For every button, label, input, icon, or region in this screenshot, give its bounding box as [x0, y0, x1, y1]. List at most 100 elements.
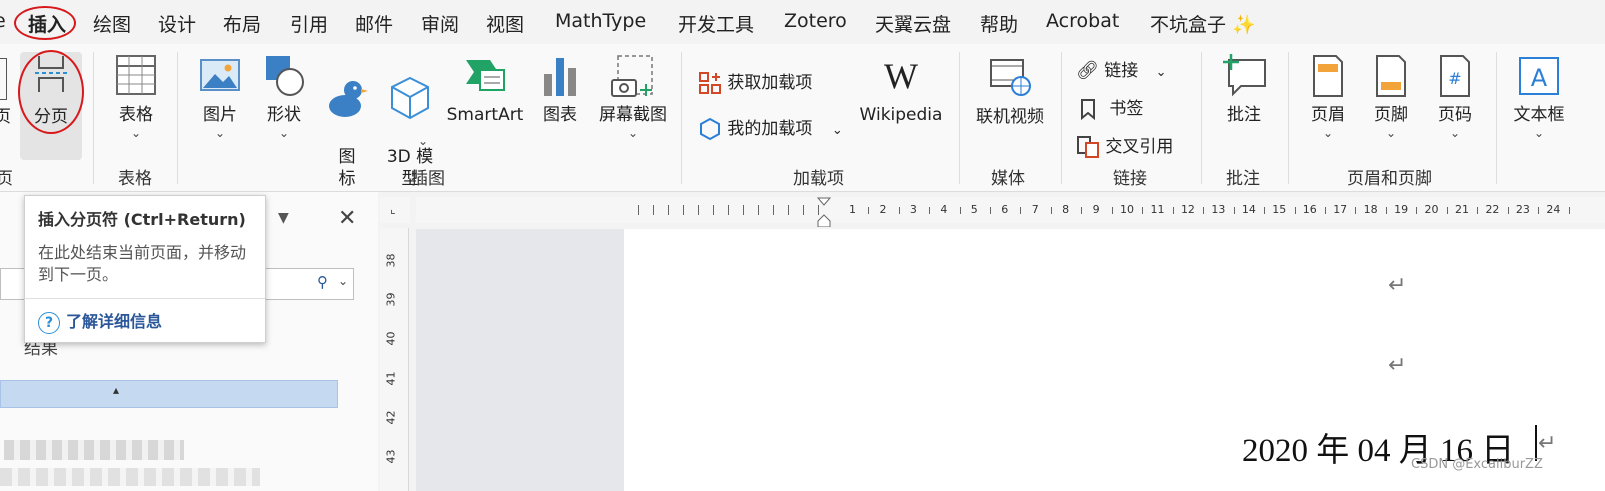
ruler-minor-tick: [1416, 207, 1418, 214]
group-separator: [93, 52, 94, 184]
ruler-tick-label: 24: [1546, 203, 1561, 216]
ruler-minor-tick: [1477, 207, 1479, 214]
footer-button[interactable]: 页脚 ⌄: [1368, 54, 1414, 140]
annotation-circle-page-break: [18, 50, 84, 134]
ruler-minor-tick: [1294, 207, 1296, 214]
ruler-tick-label: 40: [384, 331, 398, 346]
cross-reference-label: 交叉引用: [1105, 137, 1174, 157]
close-icon[interactable]: ✕: [338, 206, 356, 231]
tab-selector[interactable]: ⌞: [380, 197, 410, 223]
tab-tianyi-cloud[interactable]: 天翼云盘: [875, 10, 951, 37]
cross-reference-button[interactable]: 交叉引用: [1076, 132, 1173, 159]
table-button[interactable]: 表格 ⌄: [110, 54, 162, 140]
blurred-heading[interactable]: [4, 440, 184, 460]
icons-label: 图 标: [338, 147, 356, 189]
link-button[interactable]: 🔗︎ 链接 ⌄: [1076, 56, 1167, 81]
page-number-button[interactable]: # 页码 ⌄: [1432, 54, 1478, 140]
ruler-minor-tick: [1568, 207, 1570, 214]
textbox-button[interactable]: A 文本框 ⌄: [1508, 54, 1570, 140]
ruler-tick-label: 3: [909, 203, 917, 216]
tooltip-body: 在此处结束当前页面，并移动到下一页。: [38, 243, 247, 284]
ruler-tick-label: 23: [1515, 203, 1530, 216]
ruler-tick-label: 42: [384, 410, 398, 425]
document-page[interactable]: ↵ ↵ 2020 年 04 月 16 日 ↵: [624, 229, 1605, 491]
ruler-tick-label: 39: [384, 292, 398, 307]
ruler-minor-tick: [959, 207, 961, 214]
tab-acrobat[interactable]: Acrobat: [1046, 10, 1119, 32]
tab-draw[interactable]: 绘图: [93, 10, 131, 37]
my-addins-button[interactable]: 我的加载项 ⌄: [698, 114, 843, 141]
ribbon-partial-page-button[interactable]: 页: [0, 106, 11, 128]
tooltip-learn-more-link[interactable]: ? 了解详细信息: [38, 308, 162, 334]
group-separator: [177, 52, 178, 184]
ruler-minor-tick: [898, 207, 900, 214]
group-separator: [1288, 52, 1289, 184]
my-addins-icon: [700, 117, 720, 141]
smartart-icon: [466, 60, 505, 91]
document-margin-area: [416, 229, 624, 491]
pane-options-chevron-icon[interactable]: ▼: [278, 210, 289, 226]
chevron-down-icon: ⌄: [1155, 65, 1167, 80]
header-icon: [1313, 55, 1343, 97]
online-video-button[interactable]: 联机视频: [970, 56, 1050, 128]
tab-developer[interactable]: 开发工具: [678, 10, 754, 37]
ruler-tick-label: 6: [1001, 203, 1009, 216]
tab-bukeng-box[interactable]: 不坑盒子 ✨: [1150, 10, 1256, 37]
chevron-down-icon: ⌄: [831, 123, 843, 138]
table-label: 表格: [119, 105, 153, 125]
ruler-minor-tick: [1355, 207, 1357, 214]
screenshot-button[interactable]: 屏幕截图 ⌄: [595, 54, 671, 140]
chevron-down-icon: ⌄: [338, 274, 349, 288]
tab-layout[interactable]: 布局: [223, 10, 261, 37]
tab-zotero[interactable]: Zotero: [784, 10, 847, 32]
screenshot-icon: [611, 55, 653, 97]
online-video-label: 联机视频: [976, 107, 1044, 127]
ruler-tick-label: 10: [1120, 203, 1135, 216]
ruler-minor-tick: [1385, 207, 1387, 214]
ruler-tick-label: 21: [1455, 203, 1469, 216]
indent-marker-icon: [816, 197, 832, 228]
tooltip-title: 插入分页符 (Ctrl+Return): [38, 210, 246, 229]
ruler-minor-tick: [1446, 207, 1448, 214]
icons-button[interactable]: 图 标: [324, 54, 370, 212]
indent-marker[interactable]: [816, 197, 832, 228]
tab-review[interactable]: 审阅: [421, 10, 459, 37]
blurred-heading[interactable]: [0, 468, 260, 486]
tab-file-partial[interactable]: e: [0, 10, 6, 32]
wikipedia-icon: W: [884, 56, 918, 96]
textbox-label: 文本框: [1513, 105, 1565, 125]
comment-button[interactable]: 批注: [1218, 54, 1270, 126]
tab-design[interactable]: 设计: [158, 10, 196, 37]
tab-view[interactable]: 视图: [486, 10, 524, 37]
ruler-tick-label: 7: [1031, 203, 1039, 216]
tab-references[interactable]: 引用: [290, 10, 328, 37]
tab-mailings[interactable]: 邮件: [355, 10, 393, 37]
chart-button[interactable]: 图表: [537, 54, 583, 126]
picture-icon: [200, 59, 240, 91]
picture-button[interactable]: 图片 ⌄: [195, 54, 245, 140]
tooltip-divider: [25, 298, 265, 299]
group-label-illustrations: 插图: [411, 169, 445, 189]
link-label: 链接: [1104, 61, 1139, 81]
horizontal-ruler[interactable]: 1 2 3 4 5 6 7 8 9 10 11 12 13 14 15 16 17 18 19 20 21 22 23 24: [416, 197, 1605, 228]
tab-mathtype[interactable]: MathType: [555, 10, 646, 32]
ruler-tick-label: 22: [1485, 203, 1500, 216]
screenshot-label: 屏幕截图: [599, 105, 667, 125]
selected-heading-row[interactable]: ▴: [0, 380, 338, 408]
search-icon: ⚲: [317, 273, 328, 291]
page-number-label: 页码: [1438, 105, 1472, 125]
get-addins-icon: [699, 72, 721, 94]
group-separator: [1061, 52, 1062, 184]
wikipedia-button[interactable]: W Wikipedia: [856, 56, 946, 126]
ruler-tick-label: 11: [1150, 203, 1165, 216]
get-addins-button[interactable]: 获取加载项: [698, 68, 812, 95]
vertical-ruler[interactable]: 38 39 40 41 42 43: [380, 228, 409, 491]
header-button[interactable]: 页眉 ⌄: [1305, 54, 1351, 140]
bookmark-button[interactable]: 书签: [1080, 94, 1143, 121]
shapes-button[interactable]: 形状 ⌄: [258, 54, 310, 140]
smartart-button[interactable]: SmartArt: [445, 54, 525, 126]
ruler-minor-tick: [1264, 207, 1266, 214]
ruler-minor-tick: [1324, 207, 1326, 214]
ruler-minor-tick: [1081, 207, 1083, 214]
tab-help[interactable]: 帮助: [980, 10, 1018, 37]
